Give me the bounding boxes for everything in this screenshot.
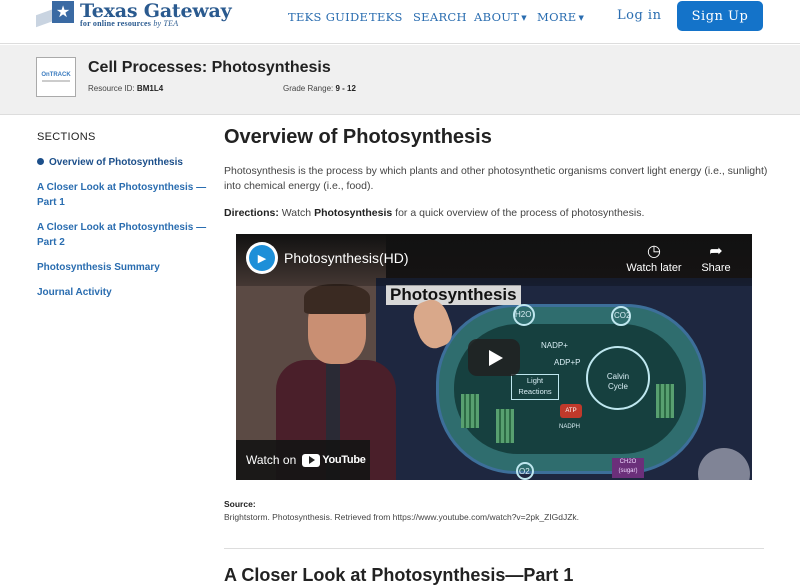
sidebar-item-closer-look-part-1[interactable]: A Closer Look at Photosynthesis —Part 1 <box>37 180 207 210</box>
share-arrow-icon: ➦ <box>709 243 723 260</box>
chevron-down-icon: ▼ <box>578 14 585 22</box>
o2-label: O2 <box>519 467 530 476</box>
clock-icon: ◷ <box>647 243 661 260</box>
signup-button[interactable]: Sign Up <box>677 1 763 31</box>
channel-avatar[interactable]: ▶ <box>246 242 278 274</box>
nadp-label: NADP+ <box>541 341 568 350</box>
thylakoid-stack <box>656 384 674 418</box>
section-heading-closer-look-part-1: A Closer Look at Photosynthesis—Part 1 <box>224 565 574 585</box>
chevron-down-icon: ▼ <box>521 14 527 22</box>
watch-on-youtube-button[interactable]: Watch on YouTube <box>236 440 370 480</box>
top-navigation-bar: ★ Texas Gateway for online resources by … <box>0 0 800 44</box>
play-icon <box>488 349 503 366</box>
share-button[interactable]: ➦ Share <box>686 242 746 274</box>
page-title: Overview of Photosynthesis <box>224 126 492 148</box>
directions-paragraph: Directions: Watch Photosynthesis for a q… <box>224 207 645 219</box>
play-icon: ▶ <box>249 245 275 271</box>
play-button[interactable] <box>468 339 520 376</box>
ontrack-badge: OnTRACK <box>36 57 76 97</box>
sidebar-item-journal-activity[interactable]: Journal Activity <box>37 285 207 300</box>
section-divider <box>224 548 764 549</box>
grade-range: Grade Range: 9 - 12 <box>283 84 356 93</box>
ch2o-box: CH2O (sugar) <box>612 458 644 478</box>
light-reactions-box: Light Reactions <box>511 374 559 400</box>
h2o-label: H2O <box>515 310 532 319</box>
youtube-icon <box>302 453 321 467</box>
sidebar-item-closer-look-part-2[interactable]: A Closer Look at Photosynthesis —Part 2 <box>37 220 207 250</box>
thylakoid-stack <box>461 394 479 428</box>
resource-title: Cell Processes: Photosynthesis <box>88 59 331 76</box>
intro-paragraph: Photosynthesis is the process by which p… <box>224 165 768 192</box>
nav-about[interactable]: ABOUT ▼ <box>474 10 527 24</box>
nadph-label: NADPH <box>559 424 581 430</box>
resource-header: OnTRACK Cell Processes: Photosynthesis R… <box>0 45 800 115</box>
source-citation: Brightstorm. Photosynthesis. Retrieved f… <box>224 512 580 522</box>
login-link[interactable]: Log in <box>617 8 661 23</box>
texas-gateway-logo[interactable]: ★ Texas Gateway for online resources by … <box>36 0 232 36</box>
video-player[interactable]: Photosynthesis H2O CO2 NADP+ ADP+P Light… <box>236 234 752 480</box>
nav-teks[interactable]: TEKS <box>369 10 403 24</box>
sections-heading: SECTIONS <box>37 131 96 143</box>
adp-label: ADP+P <box>554 358 581 367</box>
sidebar-item-summary[interactable]: Photosynthesis Summary <box>37 260 207 275</box>
active-dot-icon <box>37 158 44 165</box>
co2-label: CO2 <box>614 311 631 320</box>
nav-search[interactable]: SEARCH <box>413 10 467 24</box>
nav-teks-guide[interactable]: TEKS GUIDE <box>288 10 368 24</box>
youtube-logo: YouTube <box>302 453 366 467</box>
video-title[interactable]: Photosynthesis(HD) <box>284 250 409 266</box>
watch-later-button[interactable]: ◷ Watch later <box>624 242 684 274</box>
texas-flag-icon: ★ <box>36 0 74 28</box>
calvin-cycle-label: Calvin Cycle <box>606 372 630 391</box>
board-title: Photosynthesis <box>386 285 521 305</box>
atp-label: ATP <box>560 404 582 418</box>
resource-id: Resource ID: BM1L4 <box>88 84 164 93</box>
sidebar-item-overview[interactable]: Overview of Photosynthesis <box>37 155 207 170</box>
thylakoid-stack <box>496 409 514 443</box>
nav-more[interactable]: MORE ▼ <box>537 10 584 24</box>
source-label: Source: <box>224 499 256 509</box>
